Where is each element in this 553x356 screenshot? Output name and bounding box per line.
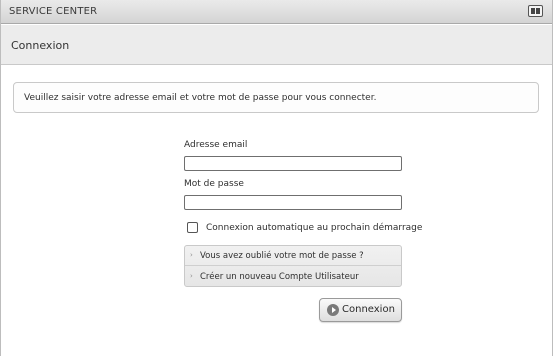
password-label: Mot de passe: [184, 179, 244, 189]
chevron-right-icon: ›: [190, 272, 193, 280]
window-title: SERVICE CENTER: [9, 6, 98, 17]
connexion-button-label: Connexion: [342, 304, 395, 315]
chevron-right-icon: ›: [190, 251, 193, 259]
info-message: Veuillez saisir votre adresse email et v…: [24, 93, 377, 103]
create-account-label: Créer un nouveau Compte Utilisateur: [200, 272, 359, 282]
book-icon[interactable]: [528, 5, 543, 17]
service-center-window: SERVICE CENTER Connexion Veuillez saisir…: [0, 0, 553, 356]
section-header: Connexion: [1, 25, 552, 65]
info-box: Veuillez saisir votre adresse email et v…: [13, 82, 539, 113]
play-circle-icon: [327, 304, 339, 316]
password-field[interactable]: [184, 195, 402, 210]
connexion-button[interactable]: Connexion: [319, 298, 402, 322]
title-bar: SERVICE CENTER: [1, 0, 552, 24]
email-label: Adresse email: [184, 140, 248, 150]
account-links: › Vous avez oublié votre mot de passe ? …: [184, 245, 402, 287]
forgot-password-link[interactable]: › Vous avez oublié votre mot de passe ?: [185, 246, 401, 266]
forgot-password-label: Vous avez oublié votre mot de passe ?: [200, 251, 364, 261]
auto-login-label: Connexion automatique au prochain démarr…: [206, 223, 423, 233]
create-account-link[interactable]: › Créer un nouveau Compte Utilisateur: [185, 267, 401, 287]
email-field[interactable]: [184, 156, 402, 171]
section-title: Connexion: [11, 39, 70, 52]
auto-login-checkbox[interactable]: [187, 222, 198, 233]
